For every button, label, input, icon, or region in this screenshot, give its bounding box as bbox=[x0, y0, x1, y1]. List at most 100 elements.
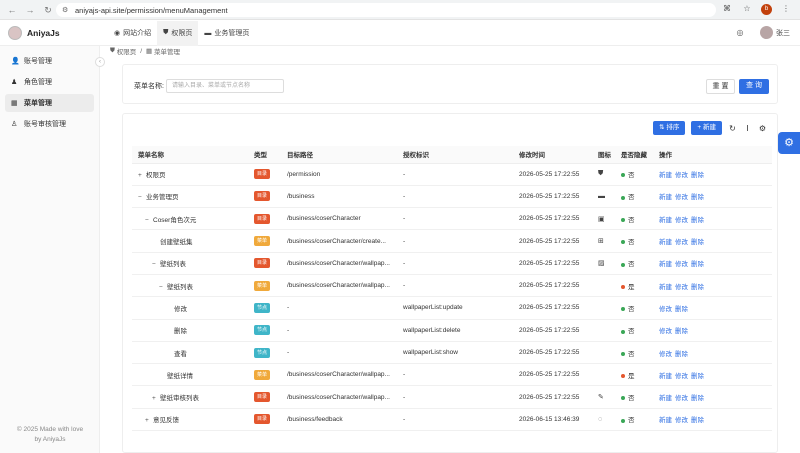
cell-hidden: 否 bbox=[615, 229, 653, 253]
column-header: 菜单名称 bbox=[132, 146, 248, 164]
new-button[interactable]: + 新建 bbox=[691, 121, 722, 135]
table-header-row: 菜单名称 类型 目标路径 授权标识 修改时间 图标 是否隐藏 操作 bbox=[132, 146, 772, 164]
status-dot bbox=[621, 173, 625, 178]
edit-link[interactable]: 修改 bbox=[675, 395, 688, 402]
delete-link[interactable]: 删除 bbox=[691, 172, 704, 179]
delete-link[interactable]: 删除 bbox=[675, 306, 688, 313]
sidebar-item-role[interactable]: ♟ 角色管理 bbox=[5, 73, 94, 91]
logo[interactable]: AniyaJs bbox=[8, 26, 108, 40]
expand-icon[interactable]: + bbox=[152, 395, 160, 402]
new-link[interactable]: 新建 bbox=[659, 261, 672, 268]
cell-hidden: 否 bbox=[615, 207, 653, 231]
edit-link[interactable]: 修改 bbox=[675, 373, 688, 380]
search-input[interactable]: 请输入目录、菜单或节点名称 bbox=[166, 79, 284, 93]
table-row: 删除 节点 - wallpaperList:delete 2026-05-25 17:2… bbox=[132, 319, 772, 342]
new-link[interactable]: 新建 bbox=[659, 194, 672, 201]
new-link[interactable]: 新建 bbox=[659, 239, 672, 246]
cell-path: /business/coserCharacter/wallpap... bbox=[281, 274, 397, 298]
sort-label: 排序 bbox=[666, 124, 680, 131]
collapse-icon[interactable]: − bbox=[159, 284, 167, 291]
delete-link[interactable]: 删除 bbox=[691, 417, 704, 424]
delete-link[interactable]: 删除 bbox=[691, 194, 704, 201]
forward-icon[interactable]: → bbox=[24, 4, 36, 16]
settings-icon[interactable]: ⚙ bbox=[758, 124, 767, 133]
edit-link[interactable]: 修改 bbox=[659, 351, 672, 358]
new-link[interactable]: 新建 bbox=[659, 395, 672, 402]
edit-link[interactable]: 修改 bbox=[675, 217, 688, 224]
menu-icon-preview: ✎ bbox=[592, 385, 615, 409]
edit-link[interactable]: 修改 bbox=[675, 417, 688, 424]
new-link[interactable]: 新建 bbox=[659, 284, 672, 291]
shield-icon: ⛊ bbox=[110, 47, 117, 54]
cell-permission: - bbox=[397, 385, 513, 409]
new-link[interactable]: 新建 bbox=[659, 417, 672, 424]
translate-icon[interactable]: ⌘ bbox=[721, 3, 733, 15]
cell-type: 节点 bbox=[248, 296, 281, 320]
menu-icon-preview bbox=[592, 319, 615, 342]
tab-website-intro[interactable]: ◉ 网站介绍 bbox=[108, 21, 157, 46]
delete-link[interactable]: 删除 bbox=[691, 261, 704, 268]
collapse-icon[interactable]: − bbox=[145, 217, 153, 224]
github-icon[interactable]: ◎ bbox=[734, 27, 746, 39]
site-info-icon[interactable]: ⚙ bbox=[62, 6, 72, 14]
cell-menu-name: + 意见反馈 bbox=[132, 408, 248, 432]
breadcrumb-parent[interactable]: 权限页 bbox=[117, 46, 137, 56]
sidebar-item-menu[interactable]: ▦ 菜单管理 bbox=[5, 94, 94, 112]
reset-button[interactable]: 重 置 bbox=[706, 79, 735, 94]
address-bar[interactable]: ⚙ aniyajs-api.site/permission/menuManage… bbox=[56, 3, 716, 17]
type-tag: 菜单 bbox=[254, 280, 271, 291]
collapse-icon[interactable]: − bbox=[152, 261, 160, 268]
edit-link[interactable]: 修改 bbox=[659, 328, 672, 335]
delete-link[interactable]: 删除 bbox=[691, 395, 704, 402]
collapse-icon[interactable]: − bbox=[138, 194, 146, 201]
tab-business[interactable]: ▬ 业务管理页 bbox=[198, 21, 255, 46]
new-link[interactable]: 新建 bbox=[659, 373, 672, 380]
delete-link[interactable]: 删除 bbox=[691, 239, 704, 246]
menu-icon-preview bbox=[592, 296, 615, 320]
user-menu[interactable]: 张三 bbox=[760, 26, 790, 39]
profile-avatar[interactable]: b bbox=[761, 3, 772, 15]
cell-path: /business/coserCharacter/create... bbox=[281, 229, 397, 253]
cell-menu-name: 壁纸详情 bbox=[132, 363, 248, 387]
density-icon[interactable]: Ⅰ bbox=[743, 124, 752, 133]
delete-link[interactable]: 删除 bbox=[675, 351, 688, 358]
edit-link[interactable]: 修改 bbox=[675, 172, 688, 179]
edit-link[interactable]: 修改 bbox=[675, 239, 688, 246]
delete-link[interactable]: 删除 bbox=[675, 328, 688, 335]
tab-permission[interactable]: ⛊ 权限页 bbox=[157, 20, 199, 46]
sort-button[interactable]: ⇅ 排序 bbox=[653, 121, 686, 135]
cell-modified-time: 2026-05-25 17:22:55 bbox=[513, 319, 592, 342]
status-dot bbox=[621, 195, 625, 200]
new-link[interactable]: 新建 bbox=[659, 217, 672, 224]
table-row: 修改 节点 - wallpaperList:update 2026-05-25 17:2… bbox=[132, 296, 772, 320]
collapse-sidebar-button[interactable]: ‹ bbox=[95, 57, 105, 67]
sidebar-item-account-audit[interactable]: ♙ 账号审核管理 bbox=[5, 115, 94, 133]
delete-link[interactable]: 删除 bbox=[691, 284, 704, 291]
tab-label: 网站介绍 bbox=[123, 30, 152, 37]
browser-toolbar: ← → ↻ ⚙ aniyajs-api.site/permission/menu… bbox=[0, 0, 800, 20]
edit-link[interactable]: 修改 bbox=[675, 284, 688, 291]
reload-icon[interactable]: ↻ bbox=[42, 4, 54, 16]
expand-icon[interactable]: + bbox=[138, 172, 146, 179]
table-row: 壁纸详情 菜单/business/coserCharacter/wallpap..… bbox=[132, 363, 772, 387]
expand-icon[interactable]: + bbox=[145, 417, 153, 424]
browser-menu-icon[interactable]: ⋮ bbox=[780, 3, 792, 15]
delete-link[interactable]: 删除 bbox=[691, 373, 704, 380]
sidebar-item-account[interactable]: 👤 账号管理 bbox=[5, 52, 94, 70]
back-icon[interactable]: ← bbox=[6, 4, 18, 16]
edit-link[interactable]: 修改 bbox=[675, 194, 688, 201]
type-tag: 菜单 bbox=[254, 369, 271, 380]
delete-link[interactable]: 删除 bbox=[691, 217, 704, 224]
edit-link[interactable]: 修改 bbox=[675, 261, 688, 268]
refresh-icon[interactable]: ↻ bbox=[728, 124, 737, 133]
query-button[interactable]: 查 询 bbox=[739, 79, 769, 94]
bookmark-star-icon[interactable]: ☆ bbox=[741, 3, 753, 15]
tab-label: 权限页 bbox=[171, 30, 193, 37]
floating-settings-button[interactable]: ⚙ bbox=[778, 132, 800, 154]
edit-link[interactable]: 修改 bbox=[659, 306, 672, 313]
new-link[interactable]: 新建 bbox=[659, 172, 672, 179]
menu-icon-preview bbox=[592, 274, 615, 298]
cell-hidden: 否 bbox=[615, 408, 653, 432]
cell-hidden: 是 bbox=[615, 274, 653, 298]
cell-permission: - bbox=[397, 252, 513, 275]
